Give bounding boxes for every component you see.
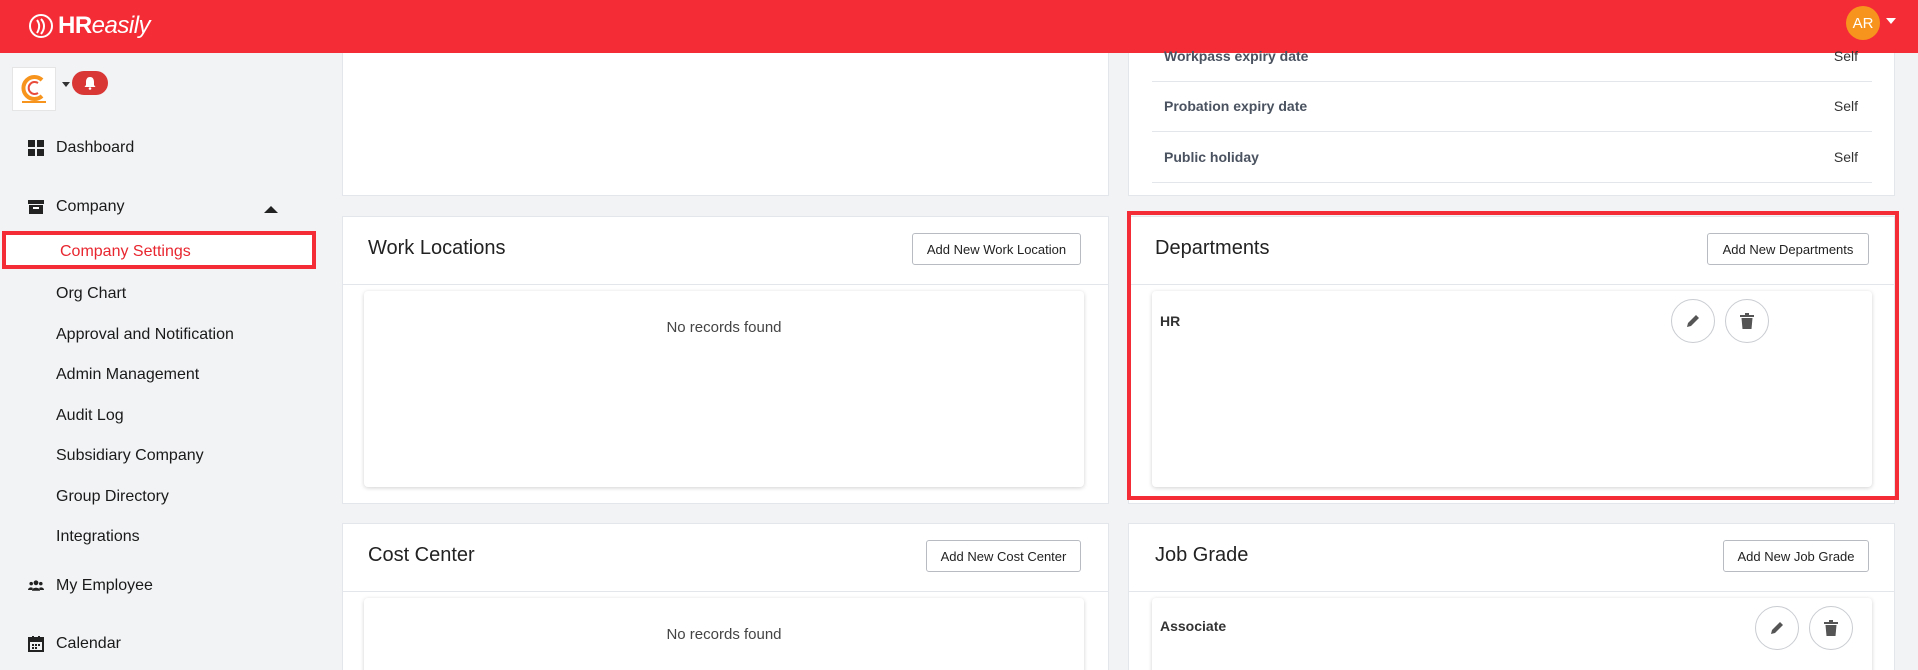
add-work-location-button[interactable]: Add New Work Location	[912, 233, 1081, 265]
sidebar-item-label: Dashboard	[56, 139, 135, 156]
sidebar-item-company[interactable]: Company	[28, 198, 124, 216]
empty-state-text: No records found	[666, 319, 782, 336]
notification-bell-button[interactable]	[72, 71, 108, 95]
divider	[343, 591, 1108, 592]
notification-row-value: Self	[1833, 149, 1858, 165]
users-icon	[28, 578, 44, 594]
collapse-caret-icon[interactable]	[264, 206, 278, 213]
sidebar-item-label: Company	[56, 198, 125, 215]
delete-job-grade-button[interactable]	[1809, 606, 1853, 650]
sidebar-item-label: My Employee	[56, 577, 153, 594]
sidebar-subitem-subsidiary-company[interactable]: Subsidiary Company	[56, 447, 204, 465]
empty-state-text: No records found	[666, 626, 782, 643]
sidebar: Dashboard Company Company Settings Org C…	[0, 53, 318, 670]
logo-text: HReasily	[58, 12, 151, 39]
sidebar-subitem-org-chart[interactable]: Org Chart	[56, 285, 126, 303]
bell-icon	[84, 77, 96, 90]
job-grade-list: Associate	[1152, 598, 1872, 670]
notification-row-value: Self	[1833, 98, 1858, 114]
company-logo[interactable]	[12, 67, 56, 111]
sidebar-item-my-employee[interactable]: My Employee	[28, 577, 153, 595]
sidebar-subitem-integrations[interactable]: Integrations	[56, 528, 140, 546]
calendar-icon	[28, 636, 44, 652]
notification-row-label: Workpass expiry date	[1164, 48, 1309, 64]
notification-row-label: Probation expiry date	[1164, 98, 1308, 114]
highlight-departments	[1127, 211, 1899, 500]
notification-row: Workpass expiry date Self	[1152, 32, 1872, 82]
dashboard-icon	[28, 140, 44, 156]
logo-icon	[29, 14, 53, 38]
sidebar-subitem-group-directory[interactable]: Group Directory	[56, 488, 169, 506]
notification-row-label: Public holiday	[1164, 149, 1259, 165]
sidebar-subitem-approval-notification[interactable]: Approval and Notification	[56, 326, 234, 344]
archive-icon	[28, 199, 44, 215]
notification-row-value: Self	[1833, 48, 1858, 64]
sidebar-subitem-company-settings[interactable]: Company Settings	[2, 231, 316, 269]
sidebar-item-label: Calendar	[56, 635, 121, 652]
partial-card-top-left	[342, 53, 1109, 196]
edit-job-grade-button[interactable]	[1755, 606, 1799, 650]
divider	[1129, 591, 1894, 592]
sidebar-item-dashboard[interactable]: Dashboard	[28, 139, 134, 157]
trash-icon	[1824, 620, 1838, 636]
sidebar-subitem-label: Company Settings	[60, 243, 191, 260]
add-cost-center-button[interactable]: Add New Cost Center	[926, 540, 1081, 572]
cost-center-title: Cost Center	[368, 544, 475, 566]
notification-row: Public holiday Self	[1152, 133, 1872, 183]
sidebar-item-calendar[interactable]: Calendar	[28, 635, 121, 653]
cost-center-list: No records found	[364, 598, 1084, 670]
pencil-icon	[1771, 622, 1783, 634]
user-menu-caret-icon[interactable]	[1886, 18, 1896, 24]
job-grade-title: Job Grade	[1155, 544, 1249, 566]
app-logo[interactable]: HReasily	[28, 10, 151, 42]
company-logo-icon	[21, 75, 46, 103]
work-locations-list: No records found	[364, 291, 1084, 487]
notification-row: Probation expiry date Self	[1152, 82, 1872, 132]
divider	[343, 284, 1108, 285]
company-switch-caret-icon[interactable]	[62, 82, 70, 87]
work-locations-title: Work Locations	[368, 237, 506, 259]
sidebar-subitem-admin-management[interactable]: Admin Management	[56, 366, 199, 384]
job-grade-name: Associate	[1160, 618, 1227, 634]
add-job-grade-button[interactable]: Add New Job Grade	[1723, 540, 1869, 572]
sidebar-subitem-audit-log[interactable]: Audit Log	[56, 407, 124, 425]
